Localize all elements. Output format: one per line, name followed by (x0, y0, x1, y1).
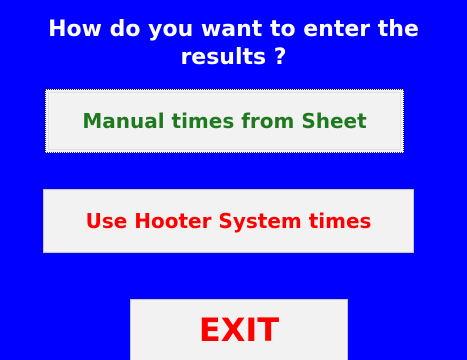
hooter-system-times-label: Use Hooter System times (85, 209, 372, 233)
exit-label: EXIT (198, 311, 280, 349)
manual-times-button[interactable]: Manual times from Sheet (45, 89, 404, 153)
manual-times-label: Manual times from Sheet (82, 109, 367, 133)
exit-button[interactable]: EXIT (130, 299, 348, 360)
dialog-prompt: How do you want to enter the results ? (48, 17, 419, 70)
results-entry-dialog: How do you want to enter the results ? M… (0, 0, 467, 360)
hooter-system-times-button[interactable]: Use Hooter System times (43, 189, 414, 253)
